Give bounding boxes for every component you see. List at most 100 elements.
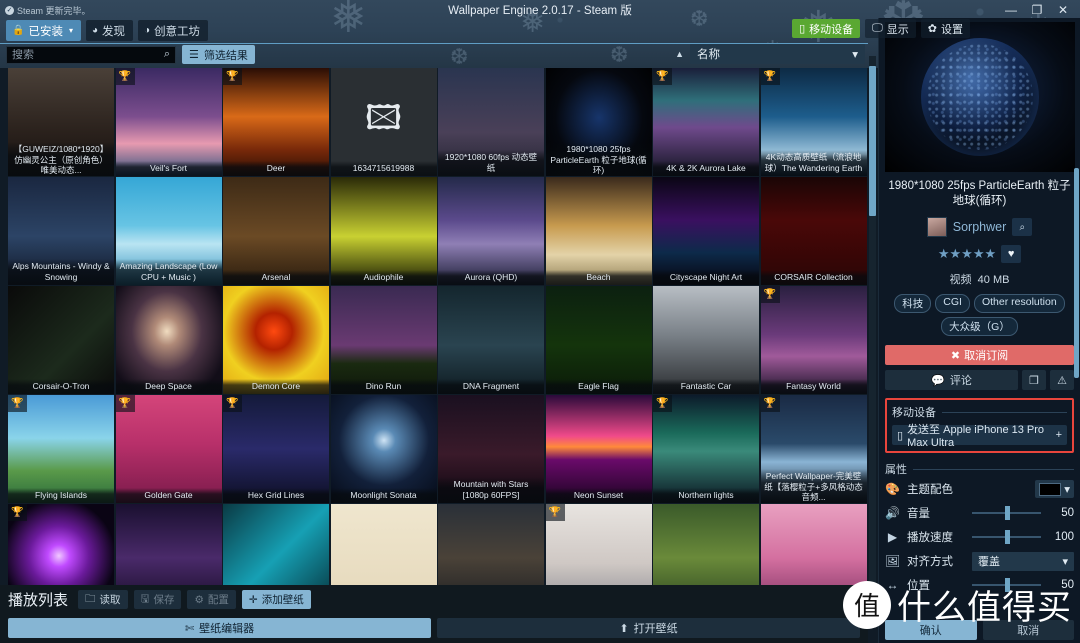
heart-icon[interactable]: ♥ <box>1001 245 1022 263</box>
wallpaper-tile[interactable]: Aurora (QHD) <box>438 177 544 285</box>
tag[interactable]: Other resolution <box>973 294 1065 313</box>
wallpaper-tile[interactable]: Corsair-O-Tron <box>8 286 114 394</box>
tab-workshop[interactable]: ◑ 创意工坊 <box>138 20 209 41</box>
wallpaper-editor-button[interactable]: ✄ 壁纸编辑器 <box>8 618 431 638</box>
wallpaper-tile[interactable]: 🏆 Golden Gate <box>115 395 222 503</box>
wallpaper-tile[interactable]: 🏆 4K & 2K Aurora Lake <box>653 68 759 176</box>
wallpaper-tile-label: Fantastic Car <box>653 378 759 394</box>
wallpaper-tile[interactable] <box>760 504 867 585</box>
playlist-add-wallpaper-button[interactable]: ✛ 添加壁纸 <box>241 590 311 609</box>
wallpaper-tile[interactable]: Neon Sunset <box>545 395 652 503</box>
wallpaper-tile[interactable]: Mountain with Stars [1080p 60FPS] <box>438 395 544 503</box>
wallpaper-tile[interactable]: 🏆 Flying Islands <box>8 395 114 503</box>
wallpaper-tile[interactable]: Beach <box>545 177 652 285</box>
send-to-device-button[interactable]: ▯ 发送至 Apple iPhone 13 Pro Max Ultra + <box>892 424 1067 449</box>
tag[interactable]: CGI <box>935 294 970 313</box>
display-button[interactable]: 🖵 显示 <box>865 19 916 38</box>
tab-installed[interactable]: 🔒 已安装 ▾ <box>6 20 81 41</box>
wallpaper-tile[interactable]: 【GUWEIZ/1080*1920】 仿幽灵公主（原创角色）唯美动态... <box>8 68 114 176</box>
property-slider[interactable] <box>972 578 1041 592</box>
author-search-icon[interactable]: ⌕ <box>1012 218 1033 236</box>
sidebar-scrollbar[interactable] <box>1074 168 1079 378</box>
confirm-button[interactable]: 确认 <box>885 620 977 640</box>
minimize-button[interactable]: — <box>998 0 1024 20</box>
playlist-save-button[interactable]: 🖫 保存 <box>133 590 182 609</box>
property-slider[interactable] <box>972 506 1041 520</box>
sort-select[interactable]: 名称 ▾ <box>690 44 865 64</box>
wallpaper-tile[interactable]: 🏆 Deer <box>223 68 329 176</box>
grid-scrollbar[interactable] <box>869 56 876 585</box>
wallpaper-tile[interactable]: 🏆 <box>8 504 114 585</box>
wallpaper-tile[interactable]: 🏆 4K动态高质壁纸（流浪地球）The Wandering Earth <box>760 68 867 176</box>
tab-discover[interactable]: ◕ 发现 <box>85 20 134 41</box>
wallpaper-tile[interactable]: 🏆 Fantasy World <box>760 286 867 394</box>
filter-results-button[interactable]: ☰ 筛选结果 <box>182 45 255 64</box>
author-name[interactable]: Sorphwer <box>953 220 1007 234</box>
wallpaper-tile[interactable]: 🏆 Hex Grid Lines <box>223 395 329 503</box>
wallpaper-tile[interactable] <box>330 504 437 585</box>
property-slider[interactable] <box>972 530 1041 544</box>
wallpaper-tile-label: 【GUWEIZ/1080*1920】 仿幽灵公主（原创角色）唯美动态... <box>8 142 114 176</box>
rating-stars[interactable]: ★★★★★ <box>938 246 996 262</box>
wallpaper-tile[interactable] <box>223 504 329 585</box>
wallpaper-tile[interactable] <box>115 504 222 585</box>
particle-earth-graphic <box>921 38 1039 156</box>
wallpaper-tile[interactable]: 🖾 1634715619988 <box>330 68 437 176</box>
wallpaper-tile[interactable]: 🏆 Veil's Fort <box>115 68 222 176</box>
maximize-button[interactable]: ❐ <box>1024 0 1050 20</box>
playlist-config-button[interactable]: ⚙ 配置 <box>187 590 236 609</box>
search-input[interactable] <box>12 48 164 61</box>
chevron-down-icon: ▾ <box>1064 484 1070 496</box>
wallpaper-tile[interactable]: Cityscape Night Art <box>653 177 759 285</box>
wallpaper-tile[interactable]: 1980*1080 25fps ParticleEarth 粒子地球(循环) <box>545 68 652 176</box>
wallpaper-tile[interactable]: 🏆 Perfect Wallpaper-完美壁纸【落樱粒子+多风格动态音频... <box>760 395 867 503</box>
playlist-load-button[interactable]: 🗀 读取 <box>78 590 128 609</box>
wallpaper-tile[interactable]: 🏆 <box>545 504 652 585</box>
tag[interactable]: 大众级（G） <box>941 317 1018 336</box>
mobile-device-button[interactable]: ▯ 移动设备 <box>792 19 861 38</box>
property-label: 播放速度 <box>907 532 953 544</box>
search-input-wrapper[interactable]: ⌕ <box>6 45 176 64</box>
grid-scrollbar-thumb[interactable] <box>869 66 876 216</box>
unsubscribe-button[interactable]: ✖ 取消订阅 <box>885 345 1074 365</box>
search-icon[interactable]: ⌕ <box>164 48 170 61</box>
sort-ascending-icon[interactable]: ▲ <box>675 49 684 59</box>
wallpaper-tile-label: Dino Run <box>330 378 437 394</box>
wallpaper-preview[interactable] <box>885 22 1075 172</box>
wallpaper-tile[interactable]: Dino Run <box>330 286 437 394</box>
cancel-button[interactable]: 取消 <box>982 620 1074 640</box>
sort-select-value: 名称 <box>697 49 720 61</box>
wallpaper-tile[interactable]: Deep Space <box>115 286 222 394</box>
color-picker[interactable]: ▾ <box>1035 480 1074 498</box>
property-label: 主题配色 <box>907 484 953 496</box>
wallpaper-tile[interactable]: Arsenal <box>223 177 329 285</box>
warning-icon[interactable]: ⚠ <box>1050 370 1074 390</box>
wallpaper-tile[interactable]: CORSAIR Collection <box>760 177 867 285</box>
settings-button[interactable]: ✿ 设置 <box>920 19 970 38</box>
wallpaper-tile[interactable]: 1920*1080 60fps 动态壁纸 <box>438 68 544 176</box>
tab-workshop-label: 创意工坊 <box>154 25 201 38</box>
slider-knob[interactable] <box>1005 530 1011 544</box>
slider-knob[interactable] <box>1005 506 1011 520</box>
wallpaper-tile[interactable]: Fantastic Car <box>653 286 759 394</box>
wallpaper-tile[interactable]: DNA Fragment <box>438 286 544 394</box>
close-button[interactable]: ✕ <box>1050 0 1076 20</box>
wallpaper-tile[interactable]: Alps Mountains - Windy & Snowing <box>8 177 114 285</box>
open-wallpaper-button[interactable]: ⬆ 打开壁纸 <box>437 618 860 638</box>
wallpaper-tile[interactable]: Amazing Landscape (Low CPU + Music ) <box>115 177 222 285</box>
slider-knob[interactable] <box>1005 578 1011 592</box>
copy-icon[interactable]: ❐ <box>1022 370 1046 390</box>
wallpaper-tile-label: Mountain with Stars [1080p 60FPS] <box>438 477 544 503</box>
wallpaper-tile[interactable]: Demon Core <box>223 286 329 394</box>
property-select[interactable]: 覆盖 ▾ <box>972 551 1074 571</box>
wallpaper-tile-label: Fantasy World <box>760 378 867 394</box>
wallpaper-tile[interactable]: 🏆 Northern lights <box>653 395 759 503</box>
wallpaper-tile[interactable] <box>438 504 544 585</box>
wallpaper-tile[interactable]: Audiophile <box>330 177 437 285</box>
tag[interactable]: 科技 <box>894 294 932 313</box>
wallpaper-tile[interactable] <box>653 504 759 585</box>
playlist-title: 播放列表 <box>8 592 69 609</box>
wallpaper-tile[interactable]: Eagle Flag <box>545 286 652 394</box>
wallpaper-tile[interactable]: Moonlight Sonata <box>330 395 437 503</box>
comment-button[interactable]: 💬 评论 <box>885 370 1018 390</box>
